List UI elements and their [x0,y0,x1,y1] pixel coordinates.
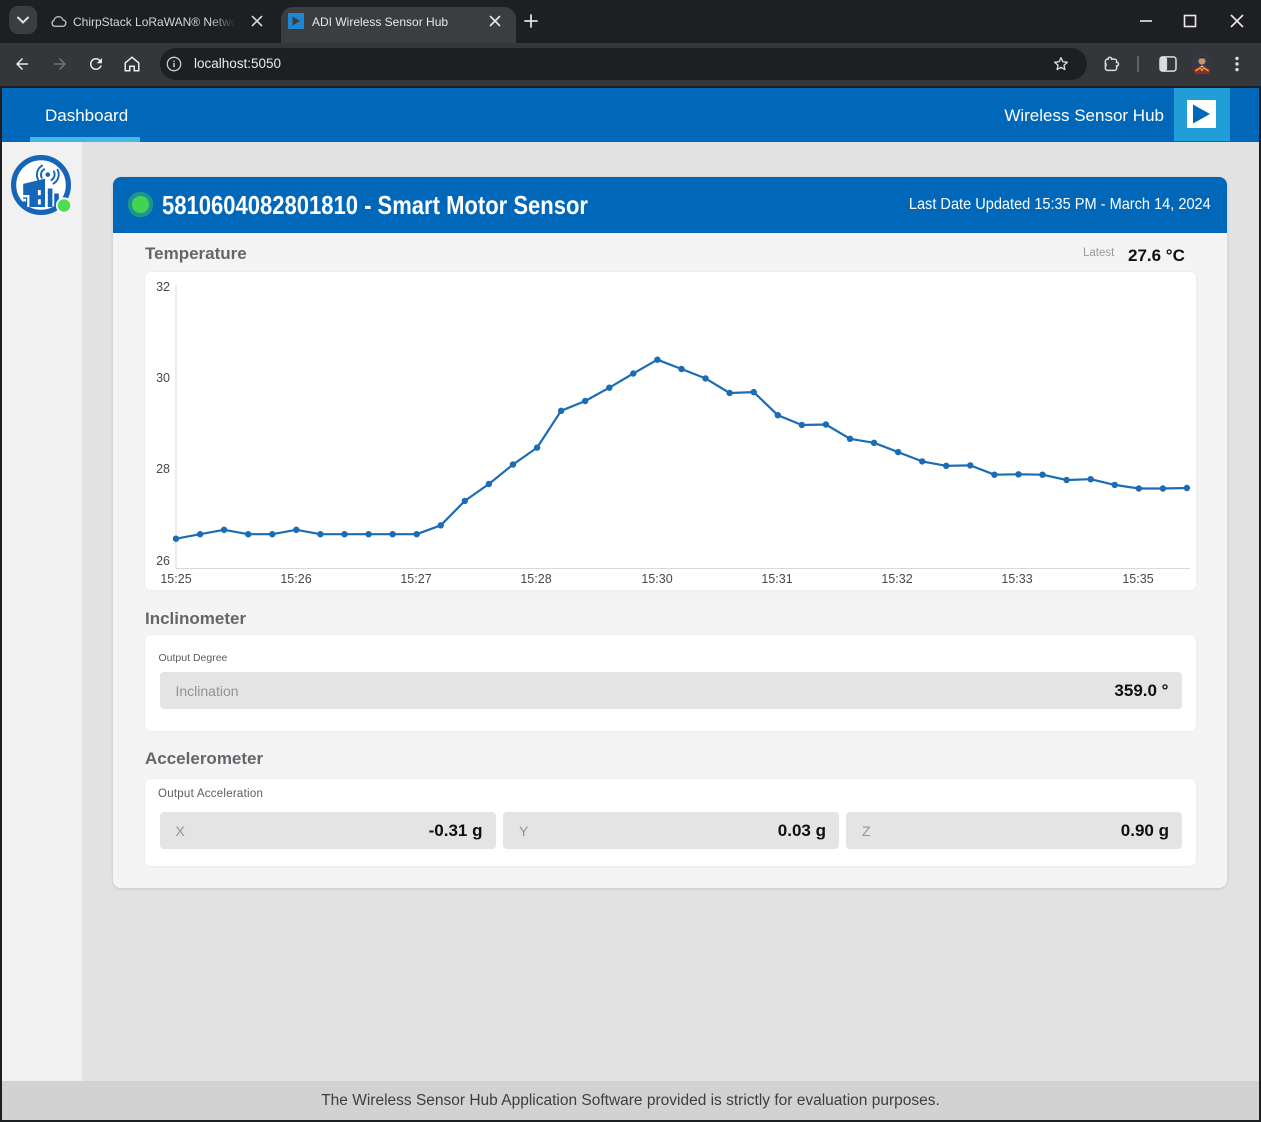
svg-text:32: 32 [156,280,170,294]
svg-text:15:27: 15:27 [400,572,431,586]
svg-text:15:35: 15:35 [1122,572,1153,586]
svg-text:28: 28 [156,462,170,476]
svg-text:15:33: 15:33 [1001,572,1032,586]
svg-text:26: 26 [156,554,170,568]
svg-text:15:32: 15:32 [881,572,912,586]
svg-text:15:28: 15:28 [520,572,551,586]
svg-text:15:25: 15:25 [160,572,191,586]
svg-text:30: 30 [156,371,170,385]
svg-text:15:31: 15:31 [761,572,792,586]
svg-text:15:30: 15:30 [641,572,672,586]
svg-text:15:26: 15:26 [280,572,311,586]
